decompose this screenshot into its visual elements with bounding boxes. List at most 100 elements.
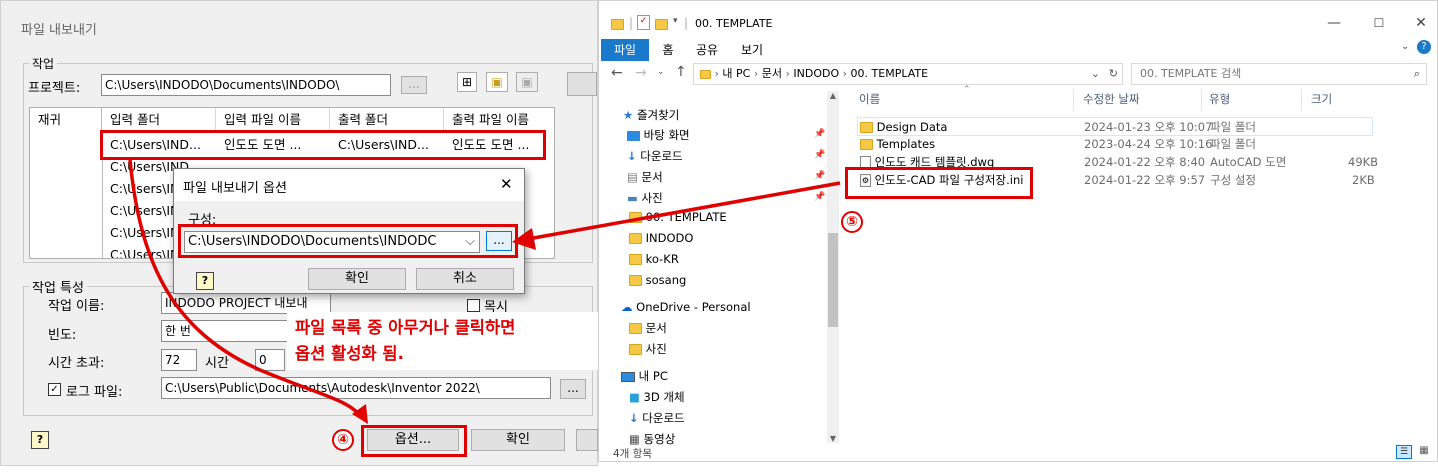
log-browse-button[interactable]: ... (560, 379, 586, 399)
checkbox[interactable] (467, 299, 480, 312)
step-5-marker: ⑤ (841, 211, 863, 233)
project-label: 프로젝트: (28, 81, 81, 96)
frequency-select[interactable]: 한 번 (161, 320, 291, 342)
nav-pictures[interactable]: ▬ 사진 (627, 188, 663, 209)
first-row-highlight (100, 130, 546, 160)
log-checkbox[interactable]: ✓ (48, 383, 61, 396)
ribbon-expand-icon[interactable]: ⌄ (1401, 41, 1409, 52)
nav-indodo[interactable]: INDODO (629, 228, 693, 249)
desktop-icon (627, 130, 640, 141)
window-title: 00. TEMPLATE (695, 17, 773, 30)
pictures-icon: ▬ (627, 191, 638, 205)
file-size: 2KB (1352, 173, 1375, 187)
top-right-button[interactable] (567, 72, 597, 96)
help-icon[interactable]: ? (1417, 40, 1431, 54)
modal-close-icon[interactable]: ✕ (500, 175, 513, 193)
back-icon[interactable]: ← (611, 65, 623, 81)
col-input-file[interactable]: 입력 파일 이름 (216, 108, 330, 132)
scroll-thumb[interactable] (828, 233, 838, 327)
search-input[interactable]: 00. TEMPLATE 검색 ⌕ (1131, 63, 1427, 85)
up-icon[interactable]: ↑ (675, 64, 687, 80)
timeout-label: 시간 초과: (48, 356, 105, 371)
video-icon: ▦ (629, 432, 640, 446)
modal-cancel-button[interactable]: 취소 (416, 268, 514, 290)
folder-icon (611, 19, 624, 30)
col-name[interactable]: 이름 (859, 91, 880, 107)
nav-pc-downloads[interactable]: ↓ 다운로드 (629, 408, 685, 429)
address-dropdown-icon[interactable]: ⌄ (1091, 64, 1100, 84)
file-type: 파일 폴더 (1210, 137, 1256, 151)
download-icon: ↓ (627, 149, 637, 163)
header-divider (1201, 89, 1202, 111)
col-output-folder[interactable]: 출력 폴더 (330, 108, 444, 132)
modal-ok-button[interactable]: 확인 (308, 268, 406, 290)
nav-scrollbar[interactable]: ▲ ▼ (827, 91, 839, 443)
chevron-right-icon: › (753, 67, 762, 80)
document-icon: ▤ (627, 170, 638, 184)
tab-home[interactable]: 홈 (651, 39, 685, 61)
col-size[interactable]: 크기 (1311, 91, 1332, 107)
nav-template[interactable]: 00. TEMPLATE (629, 207, 727, 228)
file-date: 2024-01-22 오후 8:40 (1084, 155, 1206, 169)
col-modified[interactable]: 수정한 날짜 (1083, 91, 1140, 107)
nav-desktop[interactable]: 바탕 화면 (627, 125, 690, 146)
col-type[interactable]: 유형 (1209, 91, 1230, 107)
help-button[interactable]: ? (31, 431, 49, 449)
tab-view[interactable]: 보기 (731, 39, 773, 61)
remove-item-button[interactable]: ▣ (516, 72, 538, 92)
maximize-icon[interactable]: ☐ (1367, 13, 1391, 33)
breadcrumb-item[interactable]: 내 PC (722, 67, 750, 80)
tab-file[interactable]: 파일 (601, 39, 649, 61)
add-folder-button[interactable]: ▣ (486, 72, 508, 92)
breadcrumb[interactable]: › 내 PC › 문서 › INDODO › 00. TEMPLATE ⌄ ↻ (693, 63, 1123, 85)
breadcrumb-item[interactable]: 문서 (762, 67, 782, 80)
col-input-folder[interactable]: 입력 폴더 (102, 108, 216, 132)
modal-help-button[interactable]: ? (196, 272, 214, 290)
timeout-minutes-field[interactable]: 0 (255, 349, 285, 371)
large-icons-view-icon[interactable]: ▦ (1416, 445, 1432, 459)
minimize-icon[interactable]: — (1322, 13, 1346, 33)
col-recursive: 재귀 (30, 108, 102, 132)
breadcrumb-item[interactable]: INDODO (793, 67, 839, 80)
timeout-hours-field[interactable]: 72 (161, 349, 197, 371)
file-date: 2023-04-24 오후 10:16 (1084, 137, 1213, 151)
file-name: Templates (860, 135, 935, 154)
nav-od-documents[interactable]: 문서 (629, 318, 667, 339)
task-name-field[interactable]: INDODO PROJECT 내보내 (161, 292, 331, 314)
close-icon[interactable]: ✕ (1409, 13, 1433, 33)
pin-icon: 📌 (814, 171, 826, 181)
new-folder-icon[interactable] (655, 19, 668, 30)
nav-this-pc[interactable]: 내 PC (621, 366, 668, 387)
file-row[interactable]: Templates 2023-04-24 오후 10:16 파일 폴더 (858, 135, 1374, 154)
tab-share[interactable]: 공유 (689, 39, 725, 61)
timeout-unit-label: 시간 (205, 356, 229, 371)
ok-button[interactable]: 확인 (471, 429, 565, 451)
add-file-button[interactable]: ⊞ (457, 72, 477, 92)
header-divider (1301, 89, 1302, 111)
scroll-up-icon[interactable]: ▲ (827, 91, 839, 100)
project-browse-button[interactable]: ... (401, 76, 427, 94)
pin-icon: 📌 (814, 192, 826, 202)
nav-onedrive[interactable]: ☁ OneDrive - Personal (621, 297, 751, 318)
refresh-icon[interactable]: ↻ (1109, 64, 1118, 84)
nav-3d-objects[interactable]: ■ 3D 개체 (629, 387, 685, 408)
details-view-icon[interactable]: ☰ (1396, 445, 1412, 459)
properties-icon[interactable]: ✓ (637, 15, 650, 30)
col-output-file[interactable]: 출력 파일 이름 (444, 108, 554, 132)
nav-documents[interactable]: ▤ 문서 (627, 167, 663, 188)
scroll-down-icon[interactable]: ▼ (827, 434, 839, 443)
qat-dropdown-icon[interactable]: ▾ (673, 16, 678, 26)
project-path-field[interactable]: C:\Users\INDODO\Documents\INDODO\ (101, 74, 391, 96)
log-file-label: 로그 파일: (66, 385, 123, 400)
nav-sosang[interactable]: sosang (629, 270, 686, 291)
nav-downloads[interactable]: ↓ 다운로드 (627, 146, 683, 167)
nav-ko-kr[interactable]: ko-KR (629, 249, 679, 270)
cancel-button-partial[interactable] (576, 429, 598, 451)
log-path-field[interactable]: C:\Users\Public\Documents\Autodesk\Inven… (161, 377, 551, 399)
breadcrumb-item[interactable]: 00. TEMPLATE (851, 67, 929, 80)
file-row[interactable]: Design Data 2024-01-23 오후 10:07 파일 폴더 (857, 117, 1373, 136)
nav-od-pictures[interactable]: 사진 (629, 339, 667, 360)
forward-icon[interactable]: → (635, 65, 647, 81)
recent-dropdown-icon[interactable]: ⌄ (657, 67, 665, 77)
nav-quick-access[interactable]: ★ 즐겨찾기 (623, 105, 679, 126)
